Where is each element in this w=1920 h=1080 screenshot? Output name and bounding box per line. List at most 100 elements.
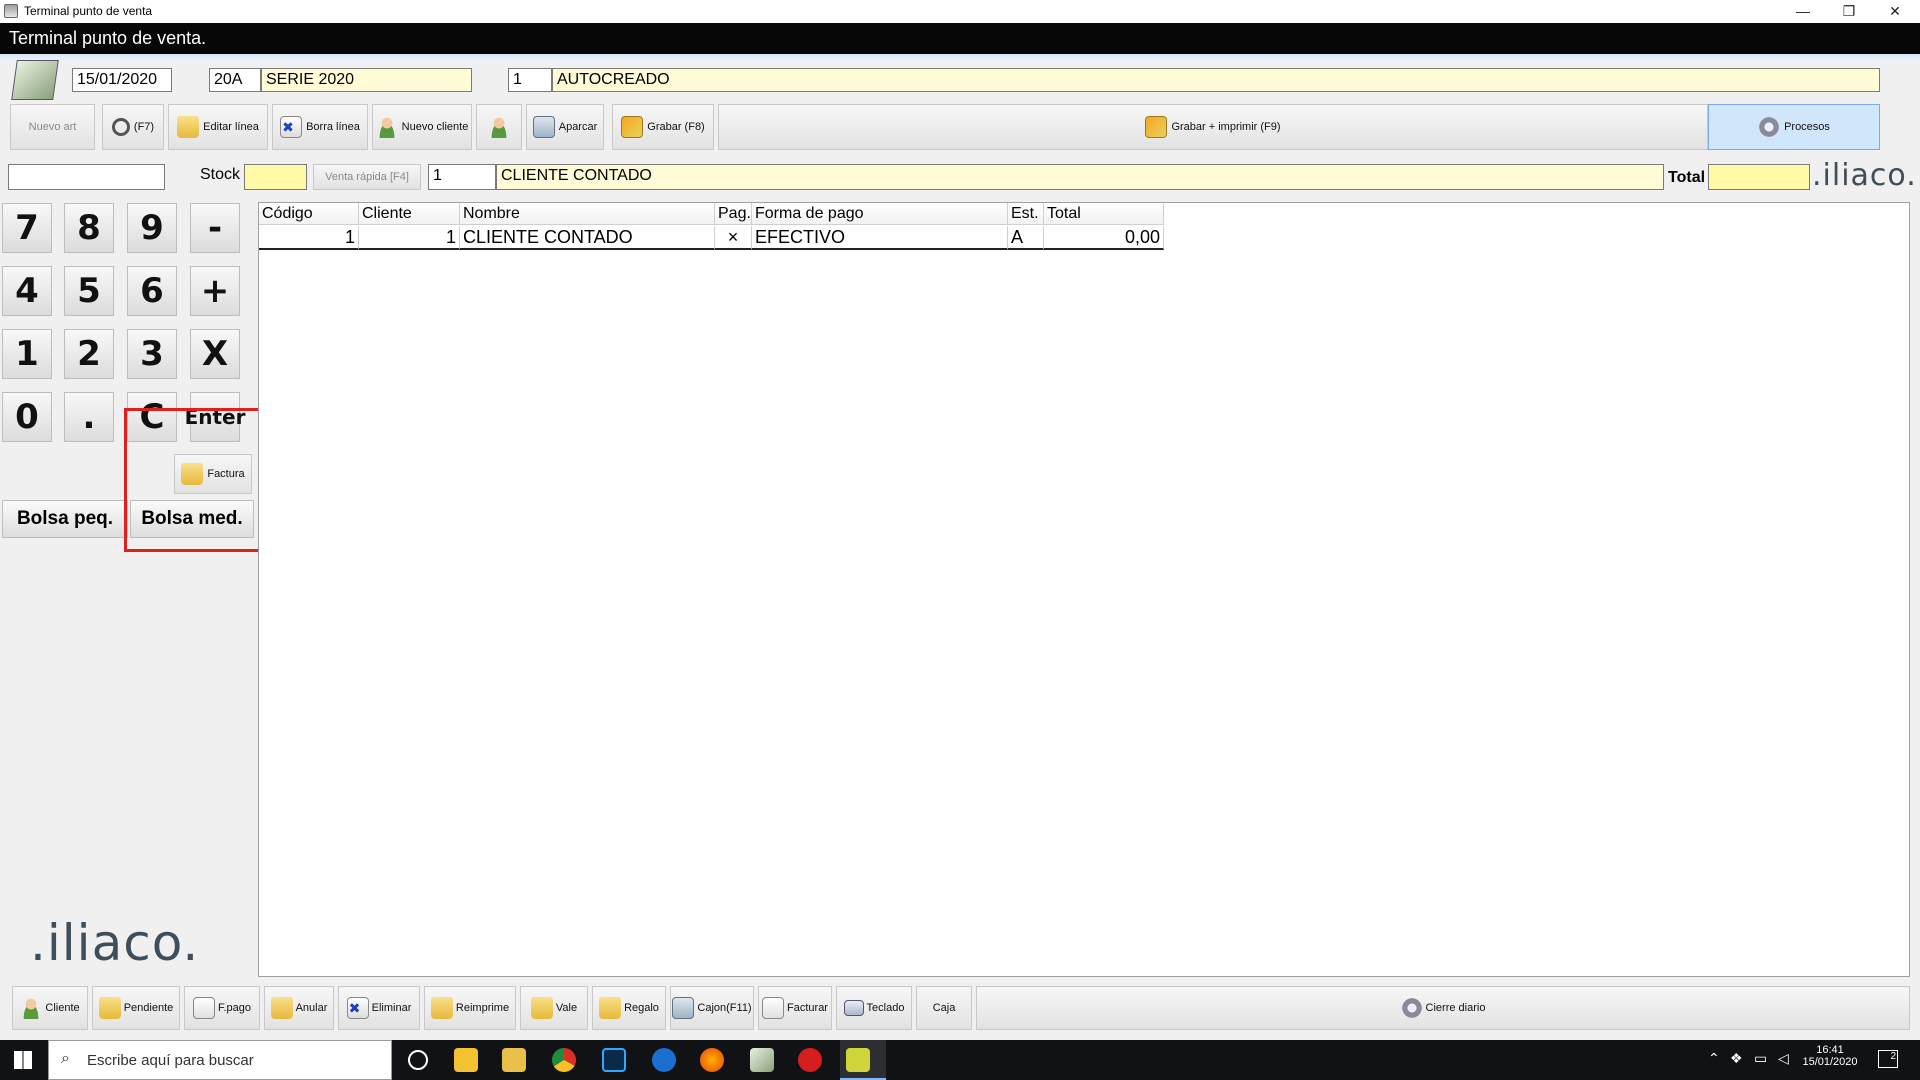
cell-total[interactable]: 0,00 bbox=[1044, 226, 1164, 250]
windows-start-icon[interactable] bbox=[14, 1051, 32, 1069]
nuevo-cliente-button[interactable]: Nuevo cliente bbox=[372, 104, 472, 150]
key-2[interactable]: 2 bbox=[64, 329, 114, 379]
serie-code-field[interactable]: 20A bbox=[209, 68, 261, 92]
grabar-button[interactable]: Grabar (F8) bbox=[612, 104, 714, 150]
cliente-button[interactable]: Cliente bbox=[12, 986, 88, 1030]
cajon-label: Cajon(F11) bbox=[697, 1002, 752, 1014]
minimize-button[interactable]: — bbox=[1780, 0, 1826, 23]
key-x[interactable]: X bbox=[190, 329, 240, 379]
edge-icon[interactable] bbox=[652, 1048, 676, 1072]
firefox-icon[interactable] bbox=[700, 1048, 724, 1072]
reimprime-label: Reimprime bbox=[455, 1002, 510, 1014]
grabar-imprimir-button[interactable]: Grabar + imprimir (F9) bbox=[718, 104, 1708, 150]
window-title: Terminal punto de venta bbox=[24, 4, 153, 18]
key-0[interactable]: 0 bbox=[2, 392, 52, 442]
key-plus[interactable]: + bbox=[190, 266, 240, 316]
aparcar-button[interactable]: Aparcar bbox=[526, 104, 604, 150]
restore-button[interactable]: ❐ bbox=[1826, 0, 1872, 23]
clock[interactable]: 16:41 15/01/2020 bbox=[1800, 1044, 1860, 1068]
procesos-label: Procesos bbox=[1784, 121, 1830, 133]
total-label: Total bbox=[1668, 169, 1706, 186]
key-minus[interactable]: - bbox=[190, 203, 240, 253]
notification-icon[interactable]: 2 bbox=[1878, 1050, 1898, 1068]
taskbar-search[interactable]: ⌕ Escribe aquí para buscar bbox=[48, 1040, 392, 1080]
file-explorer-icon[interactable] bbox=[502, 1048, 526, 1072]
total-field bbox=[1708, 164, 1810, 190]
clock-date: 15/01/2020 bbox=[1802, 1056, 1858, 1068]
clock-time: 16:41 bbox=[1816, 1044, 1844, 1056]
reimprime-button[interactable]: Reimprime bbox=[424, 986, 516, 1030]
reprint-icon bbox=[430, 997, 453, 1019]
nuevo-art-button[interactable]: Nuevo art bbox=[10, 104, 95, 150]
vale-button[interactable]: Vale bbox=[520, 986, 588, 1030]
pendiente-button[interactable]: Pendiente bbox=[92, 986, 180, 1030]
folder-taskbar-icon[interactable] bbox=[454, 1048, 478, 1072]
caja-button[interactable]: Caja bbox=[916, 986, 972, 1030]
pos-app-icon[interactable] bbox=[750, 1048, 774, 1072]
close-button[interactable]: ✕ bbox=[1872, 0, 1918, 23]
app-icon bbox=[4, 4, 18, 18]
left-panel bbox=[0, 200, 258, 977]
client-search-icon bbox=[488, 116, 510, 138]
col-header-codigo[interactable]: Código bbox=[259, 203, 359, 225]
delete-line-icon bbox=[280, 116, 303, 138]
client-search-button[interactable] bbox=[476, 104, 522, 150]
key-7[interactable]: 7 bbox=[2, 203, 52, 253]
dropbox-icon[interactable]: ❖ bbox=[1730, 1050, 1743, 1067]
editar-linea-button[interactable]: Editar línea bbox=[168, 104, 268, 150]
key-3[interactable]: 3 bbox=[127, 329, 177, 379]
chrome-icon[interactable] bbox=[552, 1048, 576, 1072]
cell-pag[interactable]: × bbox=[715, 226, 752, 250]
cajon-button[interactable]: Cajon(F11) bbox=[670, 986, 754, 1030]
teclado-label: Teclado bbox=[866, 1002, 905, 1014]
col-header-pag[interactable]: Pag. bbox=[715, 203, 752, 225]
cell-forma[interactable]: EFECTIVO bbox=[752, 226, 1008, 250]
cliente-label: Cliente bbox=[45, 1002, 80, 1014]
photoshop-icon[interactable] bbox=[602, 1048, 626, 1072]
key-8[interactable]: 8 bbox=[64, 203, 114, 253]
cell-nombre[interactable]: CLIENTE CONTADO bbox=[460, 226, 715, 250]
procesos-button[interactable]: Procesos bbox=[1708, 104, 1880, 150]
col-header-est[interactable]: Est. bbox=[1008, 203, 1044, 225]
cell-est[interactable]: A bbox=[1008, 226, 1044, 250]
regalo-button[interactable]: Regalo bbox=[592, 986, 666, 1030]
teclado-button[interactable]: Teclado bbox=[836, 986, 912, 1030]
window-titlebar: Terminal punto de venta — ❐ ✕ bbox=[0, 0, 1920, 23]
col-header-nombre[interactable]: Nombre bbox=[460, 203, 715, 225]
borra-linea-button[interactable]: Borra línea bbox=[272, 104, 368, 150]
key-6[interactable]: 6 bbox=[127, 266, 177, 316]
rx-app-icon[interactable] bbox=[798, 1048, 822, 1072]
app-header: Terminal punto de venta. bbox=[0, 23, 1920, 54]
regalo-label: Regalo bbox=[624, 1002, 659, 1014]
cierre-diario-button[interactable]: Cierre diario bbox=[976, 986, 1910, 1030]
eliminar-button[interactable]: Eliminar bbox=[338, 986, 420, 1030]
key-1[interactable]: 1 bbox=[2, 329, 52, 379]
network-icon[interactable]: ▭ bbox=[1754, 1050, 1767, 1067]
volume-icon[interactable]: ◁ bbox=[1778, 1050, 1789, 1067]
facturar-button[interactable]: Facturar bbox=[758, 986, 832, 1030]
key-5[interactable]: 5 bbox=[64, 266, 114, 316]
cortana-icon[interactable] bbox=[408, 1050, 428, 1070]
key-dot[interactable]: . bbox=[64, 392, 114, 442]
venta-rapida-button[interactable]: Venta rápida [F4] bbox=[313, 164, 421, 190]
client-code-field[interactable]: 1 bbox=[428, 164, 496, 190]
key-9[interactable]: 9 bbox=[127, 203, 177, 253]
date-field[interactable]: 15/01/2020 bbox=[72, 68, 172, 92]
doc-number-field[interactable]: 1 bbox=[508, 68, 552, 92]
f7-button[interactable]: (F7) bbox=[102, 104, 164, 150]
key-4[interactable]: 4 bbox=[2, 266, 52, 316]
bolsa-peq-button[interactable]: Bolsa peq. bbox=[2, 500, 128, 538]
invoice-doc-icon bbox=[762, 997, 785, 1019]
chevron-up-icon[interactable]: ⌃ bbox=[1708, 1050, 1720, 1067]
doc-status-field: AUTOCREADO bbox=[552, 68, 1880, 92]
article-code-input[interactable] bbox=[8, 164, 165, 190]
search-icon: ⌕ bbox=[61, 1050, 70, 1067]
anular-button[interactable]: Anular bbox=[264, 986, 334, 1030]
brand-logo-left: .iliaco. bbox=[30, 914, 200, 972]
col-header-forma[interactable]: Forma de pago bbox=[752, 203, 1008, 225]
fpago-button[interactable]: F.pago bbox=[184, 986, 260, 1030]
cell-codigo[interactable]: 1 bbox=[259, 226, 359, 250]
col-header-cliente[interactable]: Cliente bbox=[359, 203, 460, 225]
col-header-total[interactable]: Total bbox=[1044, 203, 1164, 225]
cell-cliente[interactable]: 1 bbox=[359, 226, 460, 250]
